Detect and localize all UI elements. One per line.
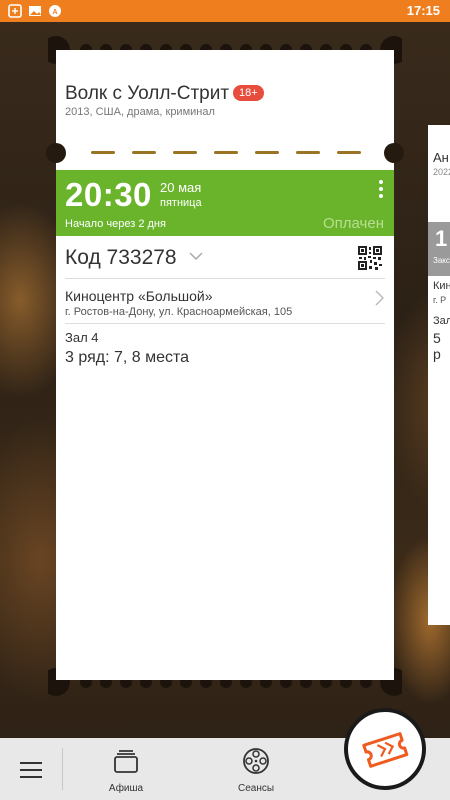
next-ticket-cinema: Кин [433, 280, 450, 292]
session-starts-in: Начало через 2 дня [65, 218, 166, 230]
notification-icon [8, 4, 22, 18]
app-icon: A [49, 5, 61, 17]
nav-seansy-label: Сеансы [237, 783, 275, 794]
session-weekday: пятница [160, 197, 202, 209]
next-ticket-info: 2022 [433, 167, 450, 177]
menu-icon[interactable] [20, 762, 42, 783]
next-ticket-title: Ан [433, 150, 449, 165]
nav-afisha[interactable]: Афиша [96, 746, 156, 794]
next-ticket-status-bar: 1 Закс [428, 222, 450, 276]
more-options-icon[interactable] [378, 180, 384, 200]
booking-code-row[interactable]: Код 733278 [65, 246, 385, 276]
movie-info: 2013, США, драма, криминал [65, 106, 215, 118]
booking-code: Код 733278 [65, 246, 177, 269]
chevron-right-icon[interactable] [375, 290, 384, 306]
ticket-card[interactable]: Волк с Уолл-Стрит 18+ 2013, США, драма, к… [46, 36, 404, 696]
svg-text:A: A [52, 9, 57, 16]
next-ticket-hall: Зал [433, 315, 450, 327]
divider [65, 323, 385, 324]
status-time: 17:15 [406, 3, 440, 18]
session-time: 20:30 [65, 176, 152, 213]
payment-status: Оплачен [323, 215, 384, 232]
divider [65, 278, 385, 279]
status-bar: A 17:15 [0, 0, 450, 22]
seats: 3 ряд: 7, 8 места [65, 349, 190, 366]
chevron-down-icon[interactable] [189, 252, 203, 261]
nav-divider [62, 748, 63, 790]
next-ticket-time: 1 [435, 226, 448, 251]
my-tickets-button[interactable] [344, 708, 426, 790]
perforation-line [91, 151, 361, 155]
box-icon [114, 750, 138, 773]
next-ticket-seats: 5 р [433, 330, 441, 362]
movie-title-text: Волк с Уолл-Стрит [65, 83, 230, 104]
next-ticket-status: Закс [433, 256, 450, 265]
nav-afisha-label: Афиша [108, 783, 144, 794]
qr-code-icon[interactable] [358, 246, 382, 270]
movie-title: Волк с Уолл-Стрит 18+ [65, 83, 264, 105]
next-ticket-card[interactable]: Ан 2022 1 Закс Кин г. Р Зал 5 р [428, 125, 450, 625]
session-bar: 20:30 20 мая пятница Начало через 2 дня … [56, 170, 394, 236]
session-date: 20 мая [160, 180, 202, 195]
image-icon [29, 6, 41, 16]
age-rating-badge: 18+ [233, 85, 264, 101]
cinema-name[interactable]: Киноцентр «Большой» [65, 288, 213, 304]
ticket-icon [362, 732, 409, 768]
film-reel-icon [243, 748, 269, 774]
nav-seansy[interactable]: Сеансы [226, 746, 286, 794]
cinema-address: г. Ростов-на-Дону, ул. Красноармейская, … [65, 306, 293, 318]
hall: Зал 4 [65, 330, 99, 345]
ticket-notch-right [384, 143, 404, 163]
ticket-notch-left [46, 143, 66, 163]
next-ticket-address: г. Р [433, 295, 447, 305]
